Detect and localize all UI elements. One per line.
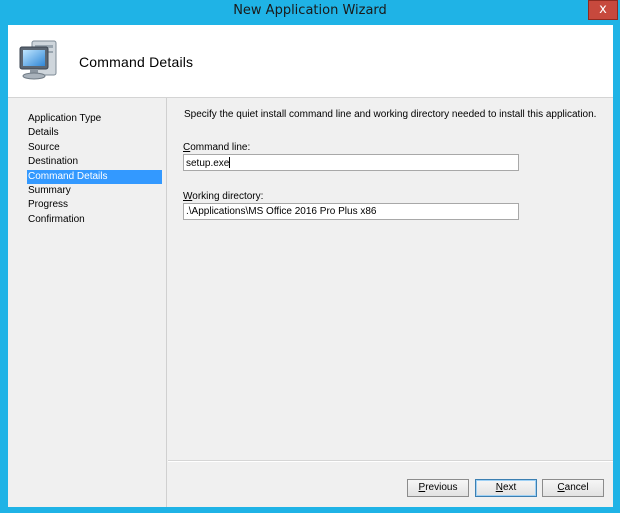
working-directory-label-accesskey: W [183,191,193,202]
nav-step-confirmation: Confirmation [28,213,85,225]
nav-step-progress: Progress [28,199,69,211]
footer-divider-highlight [168,461,613,462]
command-line-value: setup.exe [186,158,230,169]
next-label: ext [502,482,517,493]
working-directory-label-text: orking directory: [192,191,264,202]
wizard-window: New Application Wizard x Command Details… [0,0,620,513]
command-line-label: Command line: [183,142,250,153]
previous-label: revious [425,482,458,493]
working-directory-label: Working directory: [183,191,263,202]
close-icon: x [599,2,607,17]
close-button[interactable]: x [588,0,618,20]
cancel-label: ancel [564,482,589,493]
wizard-client-area: Command Details Application Type Details… [8,25,613,507]
working-directory-input[interactable]: .\Applications\MS Office 2016 Pro Plus x… [183,203,519,220]
nav-step-command-details: Command Details [27,169,162,184]
cancel-button[interactable]: Cancel [542,479,604,497]
command-line-input[interactable]: setup.exe [183,154,519,171]
nav-step-application-type: Application Type [28,113,102,124]
page-title: Command Details [79,54,194,70]
next-accesskey: N [495,482,503,493]
nav-step-details: Details [28,127,59,139]
wizard-header: Command Details [8,25,613,97]
previous-button[interactable]: Previous [407,479,469,497]
nav-step-destination: Destination [28,156,79,168]
working-directory-value: .\Applications\MS Office 2016 Pro Plus x… [186,206,377,217]
steps-list: Application Type Details Source Destinat… [27,112,162,227]
next-button[interactable]: Next [475,479,537,497]
instruction-text: Specify the quiet install command line a… [184,109,597,120]
computer-icon [19,40,57,80]
wizard-steps-nav: Application Type Details Source Destinat… [8,98,167,507]
nav-step-source: Source [28,141,60,153]
window-title: New Application Wizard [233,3,387,18]
nav-step-summary: Summary [28,184,71,196]
text-caret [229,157,231,168]
cancel-accesskey: C [557,482,565,493]
wizard-content: Specify the quiet install command line a… [168,98,613,507]
command-line-label-text: ommand line: [190,142,251,153]
title-bar[interactable]: New Application Wizard x [0,0,620,24]
